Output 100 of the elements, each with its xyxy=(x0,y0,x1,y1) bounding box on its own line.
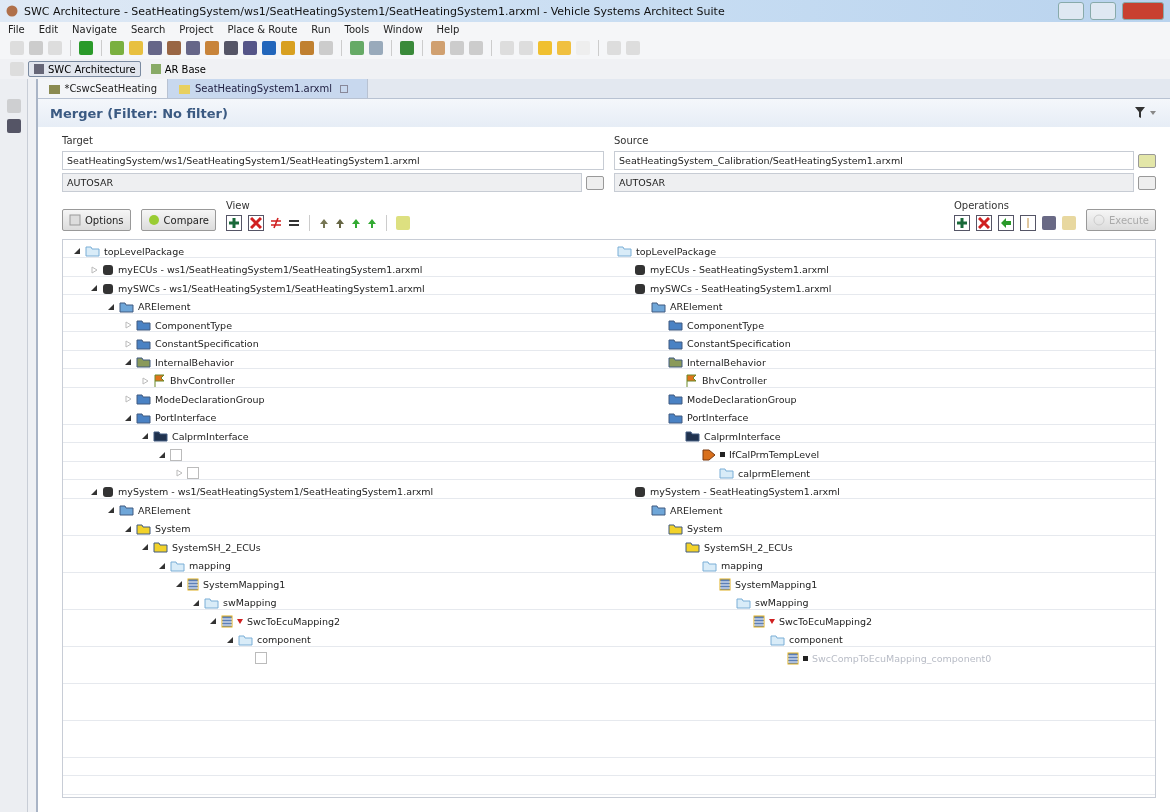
expanded-arrow-icon[interactable] xyxy=(226,635,234,644)
toolbar-icon[interactable] xyxy=(626,41,640,55)
toolbar-icon[interactable] xyxy=(110,41,124,55)
not-equal-icon[interactable] xyxy=(269,217,282,229)
expanded-arrow-icon[interactable] xyxy=(158,450,166,459)
folder-icon[interactable] xyxy=(395,216,410,230)
browse-button[interactable] xyxy=(586,175,604,190)
menu-item[interactable]: Run xyxy=(311,24,331,35)
folder-button[interactable] xyxy=(1138,153,1156,168)
tree-item[interactable]: swMapping xyxy=(755,597,809,609)
editor-tab[interactable]: SeatHeatingSystem1.arxml xyxy=(168,79,368,98)
tree-item[interactable]: myECUs - SeatHeatingSystem1.arxml xyxy=(650,264,829,276)
collapsed-arrow-icon[interactable] xyxy=(175,469,183,478)
toolbar-icon[interactable] xyxy=(350,41,364,55)
toolbar-icon[interactable] xyxy=(450,41,464,55)
path-field[interactable]: SeatHeatingSystem_Calibration/SeatHeatingSystem1.arxml xyxy=(614,151,1134,170)
tree-item[interactable]: System xyxy=(155,523,191,535)
tree-item[interactable]: component xyxy=(257,634,311,646)
toolbar-icon[interactable] xyxy=(319,41,333,55)
tree-item[interactable]: SystemSH_2_ECUs xyxy=(704,541,793,553)
tree-item[interactable]: SystemMapping1 xyxy=(735,578,818,590)
toolbar-icon[interactable] xyxy=(148,41,162,55)
tree-item[interactable]: mapping xyxy=(721,560,763,572)
tree-item[interactable]: System xyxy=(687,523,723,535)
expanded-arrow-icon[interactable] xyxy=(124,413,132,422)
perspective-button[interactable]: SWC Architecture xyxy=(28,61,141,77)
toolbar-icon[interactable] xyxy=(300,41,314,55)
tree-item[interactable]: topLevelPackage xyxy=(636,245,717,257)
tree-item[interactable]: ComponentType xyxy=(155,319,232,331)
editor-tab[interactable]: *CswcSeatHeating xyxy=(38,79,168,98)
toolbar-icon[interactable] xyxy=(48,41,62,55)
tree-item[interactable]: mapping xyxy=(189,560,231,572)
tree-item[interactable]: component xyxy=(789,634,843,646)
tree-item[interactable]: mySWCs - SeatHeatingSystem1.arxml xyxy=(650,282,832,294)
menu-item[interactable]: Help xyxy=(436,24,460,35)
expanded-arrow-icon[interactable] xyxy=(124,524,132,533)
toolbar-icon[interactable] xyxy=(519,41,533,55)
toolbar-icon[interactable] xyxy=(186,41,200,55)
toolbar-icon[interactable] xyxy=(281,41,295,55)
tree-item[interactable]: swMapping xyxy=(223,597,277,609)
toolbar-icon[interactable] xyxy=(369,41,383,55)
tree-item[interactable]: ComponentType xyxy=(687,319,764,331)
close-button[interactable] xyxy=(1122,2,1164,20)
tree-item[interactable]: CalprmInterface xyxy=(172,430,249,442)
menu-item[interactable]: Search xyxy=(130,24,166,35)
toolbar-icon[interactable] xyxy=(243,41,257,55)
plus-icon[interactable] xyxy=(225,215,242,231)
expanded-arrow-icon[interactable] xyxy=(90,487,98,496)
arrow-icon[interactable] xyxy=(998,215,1014,231)
tree-item[interactable]: SystemMapping1 xyxy=(203,578,286,590)
tree-item[interactable]: mySWCs - ws1/SeatHeatingSystem1/SeatHeatingSystem1.arxml xyxy=(118,282,425,294)
tree-item[interactable]: mySystem - SeatHeatingSystem1.arxml xyxy=(650,486,840,498)
tree-item[interactable]: mySystem - ws1/SeatHeatingSystem1/SeatHeatingSystem1.arxml xyxy=(118,486,434,498)
filter-icon[interactable] xyxy=(1134,106,1158,120)
format-dropdown[interactable]: AUTOSAR xyxy=(614,173,1134,192)
tree-item[interactable]: PortInterface xyxy=(687,412,749,424)
tree-item[interactable]: InternalBehavior xyxy=(155,356,234,368)
collapsed-arrow-icon[interactable] xyxy=(124,339,132,348)
perspective-button[interactable]: AR Base xyxy=(144,61,211,77)
toolbar-icon[interactable] xyxy=(79,41,93,55)
tree-item[interactable]: PortInterface xyxy=(155,412,217,424)
expanded-arrow-icon[interactable] xyxy=(107,302,115,311)
menu-item[interactable]: Tools xyxy=(344,24,370,35)
toolbar-icon[interactable] xyxy=(607,41,621,55)
toolbar-icon[interactable] xyxy=(500,41,514,55)
tree-item[interactable]: ARElement xyxy=(670,504,723,516)
split-icon[interactable] xyxy=(1020,215,1036,231)
close-tab-icon[interactable] xyxy=(340,84,348,93)
menu-item[interactable]: Edit xyxy=(38,24,59,35)
tree-item[interactable]: SystemSH_2_ECUs xyxy=(172,541,261,553)
expanded-arrow-icon[interactable] xyxy=(141,432,149,441)
toolbar-icon[interactable] xyxy=(129,41,143,55)
expanded-arrow-icon[interactable] xyxy=(107,506,115,515)
navigate-icon[interactable] xyxy=(366,217,377,229)
format-dropdown[interactable]: AUTOSAR xyxy=(62,173,582,192)
expanded-arrow-icon[interactable] xyxy=(192,598,200,607)
navigate-icon[interactable] xyxy=(350,217,361,229)
collapsed-arrow-icon[interactable] xyxy=(90,265,98,274)
maximize-button[interactable] xyxy=(1090,2,1116,20)
expanded-arrow-icon[interactable] xyxy=(209,617,217,626)
minimize-button[interactable] xyxy=(1058,2,1084,20)
toolbar-icon[interactable] xyxy=(557,41,571,55)
tree-item[interactable]: ARElement xyxy=(670,301,723,313)
menu-item[interactable]: Project xyxy=(179,24,214,35)
tree-item[interactable]: topLevelPackage xyxy=(104,245,185,257)
menu-item[interactable]: Place & Route xyxy=(227,24,298,35)
tree-item[interactable]: SwcToEcuMapping2 xyxy=(247,615,341,627)
menu-item[interactable]: Window xyxy=(383,24,423,35)
collapsed-arrow-icon[interactable] xyxy=(124,395,132,404)
tree-item[interactable]: calprmElement xyxy=(738,467,811,479)
expanded-arrow-icon[interactable] xyxy=(73,247,81,256)
expanded-arrow-icon[interactable] xyxy=(141,543,149,552)
toolbar-icon[interactable] xyxy=(400,41,414,55)
browse-button[interactable] xyxy=(1138,175,1156,190)
toolbar-icon[interactable] xyxy=(538,41,552,55)
path-field[interactable]: SeatHeatingSystem/ws1/SeatHeatingSystem1/SeatHeatingSystem1.arxml xyxy=(62,151,604,170)
navigate-icon[interactable] xyxy=(334,217,345,229)
tree-item[interactable]: ARElement xyxy=(138,504,191,516)
tree-item[interactable]: ConstantSpecification xyxy=(687,338,791,350)
cross-icon[interactable] xyxy=(976,215,992,231)
